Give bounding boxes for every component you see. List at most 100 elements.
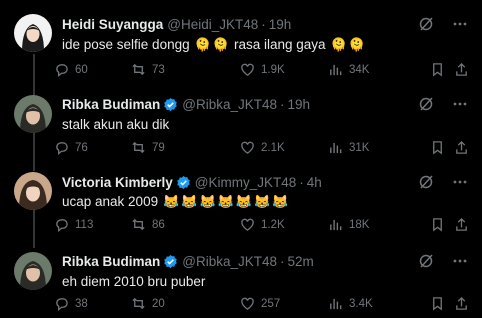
reply-count: 38: [75, 297, 88, 310]
timestamp[interactable]: 52m: [288, 254, 314, 269]
tweet-header: Ribka Budiman @Ribka_JKT48 · 19h: [62, 97, 310, 112]
emoji: 😹: [199, 194, 216, 209]
tweet-header: Victoria Kimberly @Kimmy_JKT48 · 4h: [62, 175, 322, 190]
timestamp[interactable]: 19h: [269, 17, 292, 32]
tweet-top-icons: [418, 96, 468, 117]
user-handle[interactable]: @Kimmy_JKT48: [195, 175, 296, 190]
tweet-text: eh diem 2010 bru puber: [62, 274, 205, 289]
share-icon: [456, 296, 467, 310]
repost-button[interactable]: 73: [131, 62, 165, 77]
user-handle[interactable]: @Heidi_JKT48: [167, 17, 258, 32]
reply-icon: [56, 64, 68, 77]
views-button[interactable]: 31K: [328, 140, 369, 155]
timestamp[interactable]: 19h: [288, 97, 311, 112]
bookmark-button[interactable]: [430, 217, 451, 232]
emoji: 🫠: [348, 37, 365, 52]
avatar[interactable]: [14, 95, 52, 133]
tweet[interactable]: Ribka Budiman @Ribka_JKT48 · 19h stalk a…: [0, 90, 482, 165]
grok-icon[interactable]: [418, 16, 434, 37]
bookmark-icon: [433, 297, 442, 311]
grok-icon[interactable]: [418, 253, 434, 274]
repost-icon: [132, 218, 145, 231]
repost-icon: [132, 297, 145, 310]
repost-icon: [132, 141, 145, 154]
display-name[interactable]: Victoria Kimberly: [62, 175, 173, 190]
views-button[interactable]: 34K: [328, 62, 369, 77]
tweet-text: ide pose selfie dongg 🫠 🫠 rasa ilang gay…: [62, 37, 366, 52]
views-count: 34K: [349, 63, 370, 76]
bookmark-button[interactable]: [430, 140, 451, 155]
user-handle[interactable]: @Ribka_JKT48: [182, 97, 277, 112]
separator-dot: ·: [280, 97, 285, 112]
separator-dot: ·: [299, 175, 304, 190]
grok-icon[interactable]: [418, 96, 434, 117]
tweet-text-part: rasa ilang gaya: [233, 37, 326, 52]
reply-button[interactable]: 38: [54, 296, 88, 311]
repost-button[interactable]: 86: [131, 217, 165, 232]
tweet[interactable]: Ribka Budiman @Ribka_JKT48 · 52m eh diem…: [0, 245, 482, 318]
share-button[interactable]: [454, 296, 475, 311]
bookmark-icon: [433, 218, 442, 232]
views-count: 31K: [349, 141, 370, 154]
reply-icon: [56, 142, 68, 155]
verified-badge-icon: [163, 254, 178, 269]
reply-count: 76: [75, 141, 88, 154]
heart-icon: [241, 141, 254, 154]
more-options-icon[interactable]: [452, 96, 468, 117]
share-button[interactable]: [454, 217, 475, 232]
bookmark-button[interactable]: [430, 296, 451, 311]
tweet[interactable]: Heidi Suyangga @Heidi_JKT48 · 19h ide po…: [0, 0, 482, 90]
avatar[interactable]: [14, 252, 52, 290]
tweet-text-part: ucap anak 2009: [62, 194, 159, 209]
like-count: 2.1K: [261, 141, 285, 154]
like-button[interactable]: 1.2K: [240, 217, 285, 232]
views-button[interactable]: 3.4K: [328, 296, 373, 311]
emoji: 🫠: [212, 37, 229, 52]
more-options-icon[interactable]: [452, 253, 468, 274]
grok-icon[interactable]: [418, 174, 434, 195]
repost-button[interactable]: 79: [131, 140, 165, 155]
share-button[interactable]: [454, 140, 475, 155]
tweet-actions: 113 86 1.2K 18K: [54, 217, 474, 235]
share-button[interactable]: [454, 62, 475, 77]
reply-count: 113: [75, 218, 94, 231]
reply-button[interactable]: 113: [54, 217, 93, 232]
more-options-icon[interactable]: [452, 16, 468, 37]
display-name[interactable]: Ribka Budiman: [62, 97, 160, 112]
display-name[interactable]: Ribka Budiman: [62, 254, 160, 269]
share-icon: [456, 217, 467, 231]
emoji: 🫠: [330, 37, 347, 52]
heart-icon: [241, 63, 254, 76]
tweet[interactable]: Victoria Kimberly @Kimmy_JKT48 · 4h ucap…: [0, 165, 482, 245]
more-options-icon[interactable]: [452, 174, 468, 195]
reply-icon: [56, 219, 68, 232]
avatar[interactable]: [14, 14, 52, 52]
user-handle[interactable]: @Ribka_JKT48: [182, 254, 277, 269]
tweet-top-icons: [418, 174, 468, 195]
like-button[interactable]: 1.9K: [240, 62, 285, 77]
tweet-actions: 60 73 1.9K 34K: [54, 62, 474, 80]
reply-button[interactable]: 60: [54, 62, 88, 77]
repost-count: 86: [152, 218, 165, 231]
like-button[interactable]: 257: [240, 296, 280, 311]
bookmark-button[interactable]: [430, 62, 451, 77]
emoji: 😹: [217, 194, 234, 209]
emoji: 😹: [235, 194, 253, 209]
tweet-text: stalk akun aku dik: [62, 117, 169, 132]
emoji: 😹: [272, 194, 289, 209]
separator-dot: ·: [261, 17, 266, 32]
views-count: 18K: [349, 218, 370, 231]
reply-button[interactable]: 76: [54, 140, 88, 155]
tweet-top-icons: [418, 253, 468, 274]
views-button[interactable]: 18K: [328, 217, 369, 232]
tweet-actions: 76 79 2.1K 31K: [54, 140, 474, 158]
avatar[interactable]: [14, 172, 52, 210]
display-name[interactable]: Heidi Suyangga: [62, 17, 163, 32]
share-icon: [456, 140, 467, 154]
like-count: 257: [261, 297, 281, 310]
repost-button[interactable]: 20: [131, 296, 165, 311]
verified-badge-icon: [176, 175, 191, 190]
timestamp[interactable]: 4h: [307, 175, 322, 190]
emoji: 😹: [254, 194, 271, 209]
like-button[interactable]: 2.1K: [240, 140, 285, 155]
